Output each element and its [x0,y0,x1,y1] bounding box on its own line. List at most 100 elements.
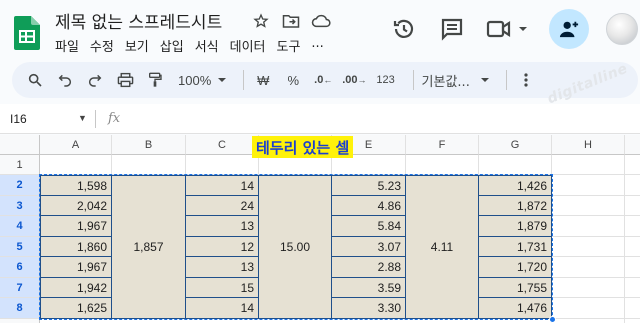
cell-f2-merged[interactable]: 4.11 [405,175,479,319]
chevron-down-icon [480,78,489,82]
percent-format-button[interactable]: % [282,68,304,92]
fx-icon: fx [108,111,121,126]
grid-line [552,195,640,196]
star-icon[interactable] [250,10,272,32]
cloud-status-icon[interactable] [310,10,332,32]
column-header-g[interactable]: G [479,135,552,155]
name-box[interactable]: I16 [10,112,27,126]
cell-e7[interactable]: 3.59 [331,277,406,298]
paint-format-icon[interactable] [144,68,166,92]
redo-icon[interactable] [84,68,106,92]
document-title[interactable]: 제목 없는 스프레드시트 [55,8,222,33]
cell-g4[interactable]: 1,879 [478,215,552,237]
title-bar: 제목 없는 스프레드시트 파일 수정 보기 삽입 서식 데이터 도구 ... [0,0,640,62]
more-vert-icon[interactable] [515,68,537,92]
undo-icon[interactable] [54,68,76,92]
chevron-down-icon [218,78,227,82]
zoom-select[interactable]: 100% [178,68,227,92]
column-header-h[interactable]: H [552,135,625,155]
share-button[interactable] [549,9,589,49]
chevron-down-icon[interactable]: ▼ [78,113,87,123]
comment-icon[interactable] [440,14,464,44]
cell-c3[interactable]: 24 [185,195,259,216]
cell-e2[interactable]: 5.23 [331,175,406,196]
bordered-cells-label: 테두리 있는 셀 [252,136,354,158]
column-header-f[interactable]: F [406,135,479,155]
cell-d2-merged[interactable]: 15.00 [258,175,332,319]
cell-a5[interactable]: 1,860 [40,236,112,257]
cell-g2[interactable]: 1,426 [478,175,552,196]
cell-g3[interactable]: 1,872 [478,195,552,216]
row-header-1[interactable]: 1 [0,155,40,175]
spreadsheet-grid[interactable]: A B C D E F G H 1 2 3 4 5 6 7 8 테두리 있는 셀… [0,135,640,323]
cell-a4[interactable]: 1,967 [40,215,112,237]
avatar[interactable] [606,13,638,45]
menu-bar: 파일 수정 보기 삽입 서식 데이터 도구 ... [55,36,324,55]
cell-g5[interactable]: 1,731 [478,236,552,257]
menu-view[interactable]: 보기 [125,36,149,55]
menu-edit[interactable]: 수정 [90,36,114,55]
grid-line [331,155,332,175]
menu-more[interactable]: ... [311,36,323,55]
cell-c8[interactable]: 14 [185,297,259,319]
increase-decimal-label: .00 [342,74,358,86]
cell-a7[interactable]: 1,942 [40,277,112,298]
row-header-5[interactable]: 5 [0,237,40,257]
grid-line [478,155,479,175]
fill-handle[interactable] [549,316,556,323]
grid-line [111,155,112,175]
menu-tools[interactable]: 도구 [277,36,301,55]
cell-e6[interactable]: 2.88 [331,256,406,278]
cell-a6[interactable]: 1,967 [40,256,112,278]
menu-format[interactable]: 서식 [195,36,219,55]
arrow-left-icon: ← [323,75,333,85]
cell-e4[interactable]: 5.84 [331,215,406,237]
decrease-decimal-button[interactable]: .0 ← [312,68,334,92]
select-all-corner[interactable] [0,135,40,155]
cell-c4[interactable]: 13 [185,215,259,237]
more-formats-button[interactable]: 123 [375,68,397,92]
row-header-7[interactable]: 7 [0,278,40,298]
print-icon[interactable] [114,68,136,92]
cell-a8[interactable]: 1,625 [40,297,112,319]
column-header-a[interactable]: A [40,135,112,155]
toolbar-divider [412,70,414,90]
cell-g6[interactable]: 1,720 [478,256,552,278]
row-header-8[interactable]: 8 [0,298,40,319]
cell-e3[interactable]: 4.86 [331,195,406,216]
row-header-6[interactable]: 6 [0,257,40,278]
cell-b2-merged[interactable]: 1,857 [111,175,186,319]
cell-c6[interactable]: 13 [185,256,259,278]
move-folder-icon[interactable] [280,10,302,32]
search-icon[interactable] [24,68,46,92]
grid-line [405,155,406,175]
menu-data[interactable]: 데이터 [230,36,266,55]
meet-button[interactable] [486,14,528,44]
row-header-2[interactable]: 2 [0,175,40,196]
sheets-logo-icon[interactable] [14,16,40,50]
row-header-4[interactable]: 4 [0,216,40,237]
font-select[interactable]: 기본값... [422,68,490,92]
menu-insert[interactable]: 삽입 [160,36,184,55]
increase-decimal-button[interactable]: .00 → [342,68,366,92]
cell-c2[interactable]: 14 [185,175,259,196]
toolbar: 100% ₩ % .0 ← .00 → 123 기본값... [12,62,638,98]
currency-format-button[interactable]: ₩ [252,68,274,92]
column-header-c[interactable]: C [186,135,259,155]
menu-file[interactable]: 파일 [55,36,79,55]
grid-line [552,215,640,216]
cell-e8[interactable]: 3.30 [331,297,406,319]
cell-g8[interactable]: 1,476 [478,297,552,319]
version-history-icon[interactable] [392,14,416,44]
cell-c5[interactable]: 12 [185,236,259,257]
cell-a3[interactable]: 2,042 [40,195,112,216]
cell-c7[interactable]: 15 [185,277,259,298]
font-value: 기본값... [421,74,470,90]
cell-e5[interactable]: 3.07 [331,236,406,257]
row-header-3[interactable]: 3 [0,196,40,216]
column-header-b[interactable]: B [112,135,186,155]
cell-g7[interactable]: 1,755 [478,277,552,298]
decrease-decimal-label: .0 [314,74,324,86]
grid-line [258,155,259,175]
cell-a2[interactable]: 1,598 [40,175,112,196]
